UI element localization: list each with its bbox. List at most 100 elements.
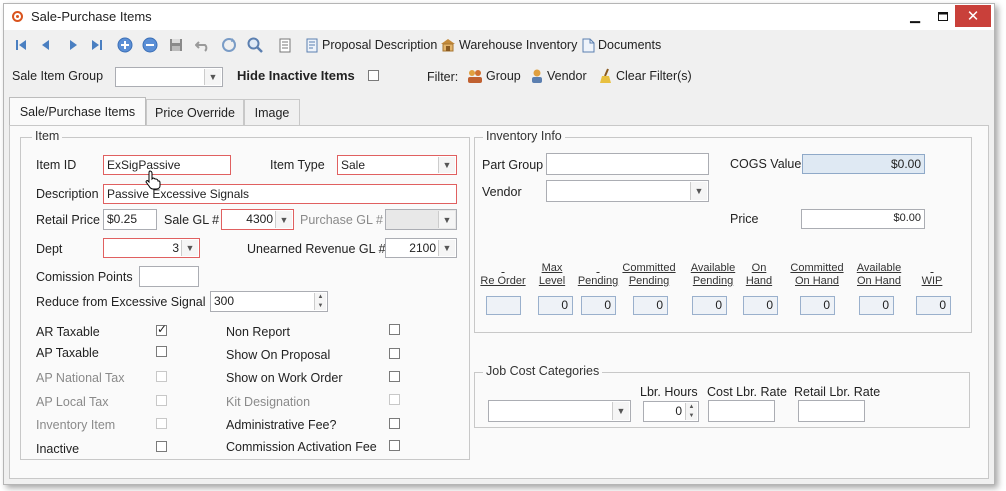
retail-lbr-rate-input[interactable]	[798, 400, 865, 422]
chevron-down-icon[interactable]: ▼	[438, 211, 455, 228]
on-hand-field[interactable]: 0	[743, 296, 778, 315]
lbr-hours-stepper[interactable]: 0 ▲ ▼	[643, 401, 699, 422]
available-on-hand-field[interactable]: 0	[859, 296, 894, 315]
committed-pending-field[interactable]: 0	[633, 296, 668, 315]
price-field[interactable]: $0.00	[801, 209, 925, 229]
unearned-revenue-value: 2100	[409, 241, 436, 255]
column-header-available-pending: Available Pending	[685, 262, 741, 288]
part-group-input[interactable]	[546, 153, 709, 175]
ap-local-tax-label: AP Local Tax	[36, 395, 109, 409]
inactive-checkbox[interactable]	[156, 441, 167, 452]
kit-designation-label: Kit Designation	[226, 395, 311, 409]
delete-record-button[interactable]	[142, 35, 158, 55]
maximize-button[interactable]	[929, 4, 957, 28]
ap-local-tax-checkbox[interactable]	[156, 395, 167, 406]
group-icon	[468, 69, 482, 83]
column-header-line1: Available	[690, 262, 736, 274]
show-on-work-order-label: Show on Work Order	[226, 371, 343, 385]
tab-sale-purchase-items[interactable]: Sale/Purchase Items	[9, 97, 146, 126]
clear-filters-button[interactable]: Clear Filter(s)	[599, 66, 692, 86]
available-pending-field[interactable]: 0	[692, 296, 727, 315]
reorder-field[interactable]	[486, 296, 521, 315]
item-id-input[interactable]: ExSigPassive	[103, 155, 231, 175]
chevron-up-icon[interactable]: ▲	[318, 294, 324, 300]
ar-taxable-checkbox[interactable]	[156, 322, 167, 336]
sale-item-group-select[interactable]: ▼	[115, 67, 223, 87]
administrative-fee-checkbox[interactable]	[389, 418, 400, 429]
column-header-line1: Committed	[622, 262, 676, 274]
minimize-button[interactable]: ▁	[901, 4, 929, 28]
column-header-on-hand: On Hand	[742, 262, 776, 288]
column-header-line1	[916, 262, 948, 275]
search-button[interactable]	[247, 35, 263, 55]
max-level-field[interactable]: 0	[538, 296, 573, 315]
vendor-select[interactable]: ▼	[546, 180, 709, 202]
warehouse-inventory-button[interactable]: Warehouse Inventory	[440, 35, 577, 55]
column-header-line2: Pending	[628, 275, 670, 287]
group-filter-button[interactable]: Group	[467, 66, 521, 86]
cogs-value-field: $0.00	[802, 154, 925, 174]
item-type-select[interactable]: Sale ▼	[337, 155, 457, 175]
tab-image[interactable]: Image	[244, 99, 300, 125]
wip-field[interactable]: 0	[916, 296, 951, 315]
hide-inactive-checkbox[interactable]	[368, 70, 379, 81]
non-report-label: Non Report	[226, 325, 290, 339]
chevron-down-icon[interactable]: ▼	[275, 211, 292, 228]
close-button[interactable]: ✕	[955, 5, 991, 27]
reduce-excessive-stepper[interactable]: 300 ▲ ▼	[210, 291, 328, 312]
ap-national-tax-checkbox[interactable]	[156, 371, 167, 382]
column-header-line2: On Hand	[794, 275, 840, 287]
chevron-down-icon[interactable]: ▼	[690, 182, 707, 200]
stepper-arrows[interactable]: ▲ ▼	[685, 403, 697, 420]
chevron-down-icon[interactable]: ▼	[204, 69, 221, 85]
cogs-value-label: COGS Value	[730, 157, 802, 171]
documents-button[interactable]: Documents	[582, 35, 661, 55]
chevron-up-icon[interactable]: ▲	[689, 404, 695, 410]
dept-select[interactable]: 3 ▼	[103, 238, 200, 258]
save-icon	[170, 39, 182, 51]
first-record-button[interactable]	[14, 35, 28, 55]
commission-activation-fee-checkbox[interactable]	[389, 440, 400, 451]
previous-record-button[interactable]	[39, 35, 53, 55]
cost-lbr-rate-input[interactable]	[708, 400, 775, 422]
tab-price-override[interactable]: Price Override	[146, 99, 244, 125]
non-report-checkbox[interactable]	[389, 324, 400, 335]
purchase-gl-select[interactable]: ▼	[385, 209, 457, 230]
chevron-down-icon[interactable]: ▼	[438, 157, 455, 173]
column-header-line1: Available	[856, 262, 902, 274]
chevron-down-icon[interactable]: ▼	[438, 240, 455, 256]
show-on-proposal-checkbox[interactable]	[389, 348, 400, 359]
warehouse-icon	[441, 39, 455, 52]
proposal-description-button[interactable]: Proposal Description	[305, 35, 437, 55]
undo-button[interactable]	[195, 35, 211, 55]
chevron-down-icon[interactable]: ▼	[689, 413, 695, 419]
committed-on-hand-field[interactable]: 0	[800, 296, 835, 315]
toolbar: Proposal Description Warehouse Inventory…	[4, 32, 994, 58]
item-type-value: Sale	[341, 158, 366, 172]
save-button[interactable]	[169, 35, 183, 55]
pending-field[interactable]: 0	[581, 296, 616, 315]
comission-points-input[interactable]	[139, 266, 199, 287]
chevron-down-icon[interactable]: ▼	[181, 240, 198, 256]
notes-button[interactable]	[279, 35, 291, 55]
job-cost-category-select[interactable]: ▼	[488, 400, 631, 422]
show-on-work-order-checkbox[interactable]	[389, 371, 400, 382]
sale-gl-select[interactable]: 4300 ▼	[221, 209, 294, 230]
chevron-down-icon[interactable]: ▼	[318, 303, 324, 309]
unearned-revenue-select[interactable]: 2100 ▼	[385, 238, 457, 258]
chevron-down-icon[interactable]: ▼	[612, 402, 629, 420]
last-record-button[interactable]	[90, 35, 104, 55]
refresh-button[interactable]	[221, 35, 237, 55]
add-record-button[interactable]	[117, 35, 133, 55]
hand-cursor-icon	[145, 170, 161, 190]
stepper-arrows[interactable]: ▲ ▼	[314, 293, 326, 310]
next-record-button[interactable]	[66, 35, 80, 55]
vendor-filter-button[interactable]: Vendor	[530, 66, 587, 86]
ap-taxable-checkbox[interactable]	[156, 346, 167, 357]
lbr-hours-label: Lbr. Hours	[640, 385, 698, 399]
kit-designation-checkbox[interactable]	[389, 394, 400, 405]
reduce-excessive-label: Reduce from Excessive Signal	[36, 295, 206, 309]
inventory-item-label: Inventory Item	[36, 418, 116, 432]
inventory-item-checkbox[interactable]	[156, 418, 167, 429]
retail-price-input[interactable]: $0.25	[103, 209, 157, 230]
